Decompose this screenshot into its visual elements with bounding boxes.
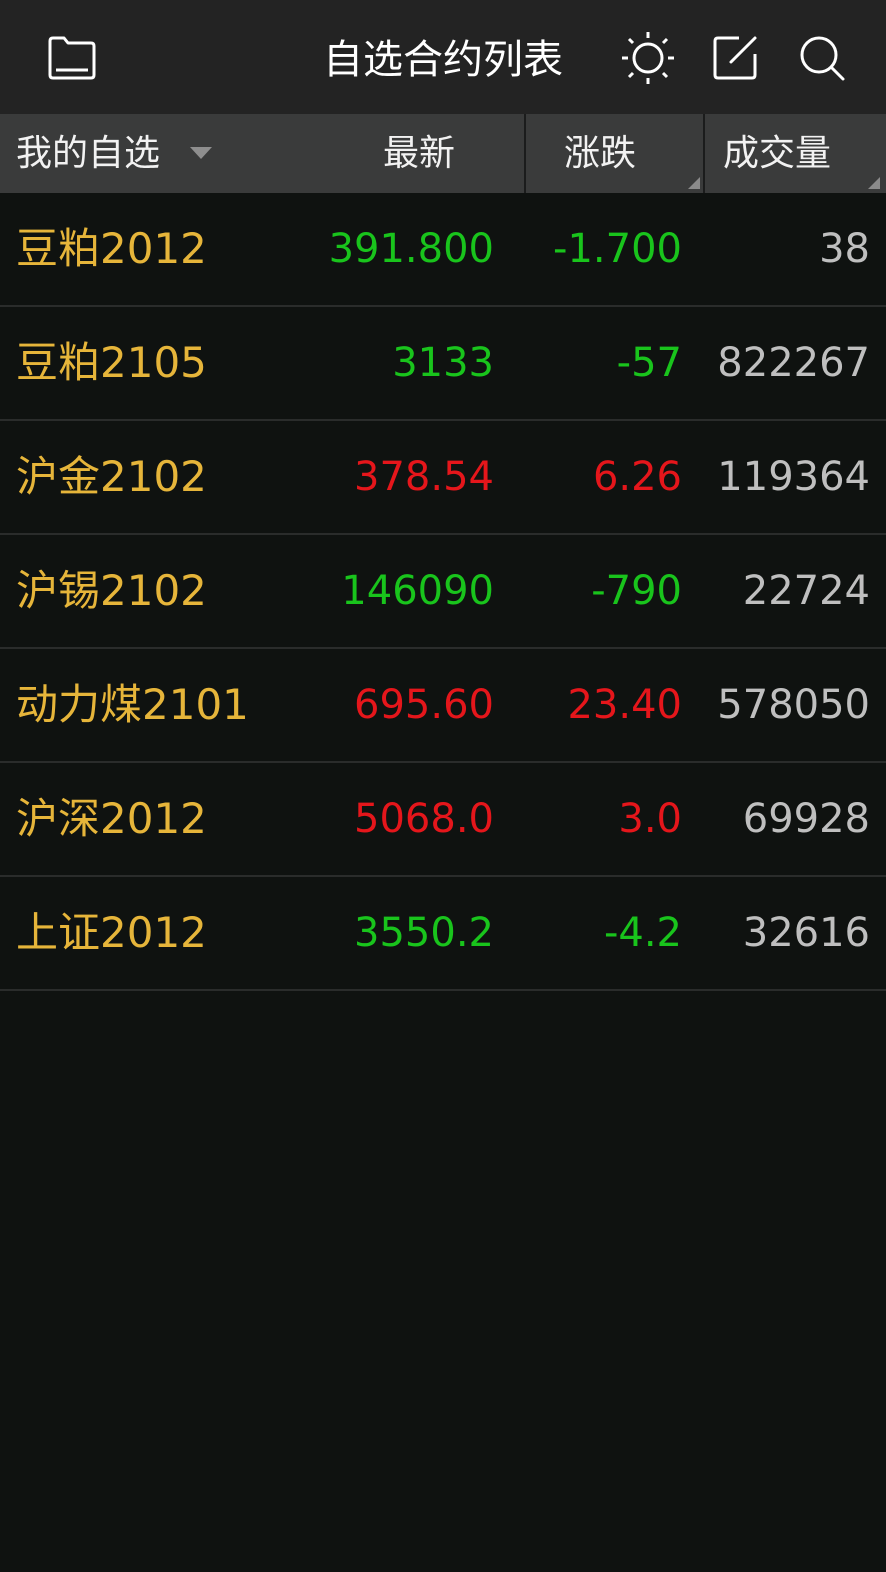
search-icon[interactable]	[794, 30, 850, 86]
sort-corner-icon	[868, 177, 880, 189]
dropdown-caret-icon[interactable]	[190, 147, 212, 159]
latest-price: 378.54	[354, 454, 494, 500]
trade-volume: 69928	[742, 796, 870, 842]
column-latest[interactable]: 最新	[383, 114, 455, 193]
top-app-bar: 自选合约列表	[0, 0, 886, 114]
table-row[interactable]: 上证2012 3550.2 -4.2 32616	[0, 877, 886, 991]
latest-price: 5068.0	[354, 796, 494, 842]
watchlist-group-selector[interactable]: 我的自选	[16, 114, 160, 193]
price-change: 3.0	[618, 796, 682, 842]
trade-volume: 578050	[717, 682, 870, 728]
latest-price: 146090	[341, 568, 494, 614]
price-change: -4.2	[603, 910, 682, 956]
column-divider	[703, 114, 705, 193]
table-row[interactable]: 豆粕2105 3133 -57 822267	[0, 307, 886, 421]
table-row[interactable]: 沪深2012 5068.0 3.0 69928	[0, 763, 886, 877]
contract-name: 豆粕2012	[16, 224, 207, 273]
table-row[interactable]: 沪锡2102 146090 -790 22724	[0, 535, 886, 649]
table-row[interactable]: 沪金2102 378.54 6.26 119364	[0, 421, 886, 535]
contract-name: 豆粕2105	[16, 338, 207, 387]
watchlist-table: 豆粕2012 391.800 -1.700 38 豆粕2105 3133 -57…	[0, 193, 886, 991]
contract-name: 沪锡2102	[16, 566, 207, 615]
latest-price: 3550.2	[354, 910, 494, 956]
contract-name: 上证2012	[16, 908, 207, 957]
latest-price: 391.800	[328, 226, 494, 272]
table-row[interactable]: 动力煤2101 695.60 23.40 578050	[0, 649, 886, 763]
price-change: -790	[591, 568, 682, 614]
column-header: 我的自选 最新 涨跌 成交量	[0, 114, 886, 193]
price-change: -57	[616, 340, 682, 386]
edit-icon[interactable]	[707, 30, 763, 86]
price-change: 6.26	[592, 454, 682, 500]
trade-volume: 822267	[717, 340, 870, 386]
contract-name: 沪深2012	[16, 794, 207, 843]
trade-volume: 38	[819, 226, 870, 272]
contract-name: 动力煤2101	[16, 680, 249, 729]
contract-name: 沪金2102	[16, 452, 207, 501]
price-change: -1.700	[553, 226, 682, 272]
column-volume[interactable]: 成交量	[723, 114, 831, 193]
watchlist-group-label: 我的自选	[16, 133, 161, 174]
latest-price: 695.60	[354, 682, 494, 728]
brightness-icon[interactable]	[620, 30, 676, 86]
latest-price: 3133	[392, 340, 494, 386]
trade-volume: 119364	[717, 454, 870, 500]
column-change[interactable]: 涨跌	[564, 114, 636, 193]
table-row[interactable]: 豆粕2012 391.800 -1.700 38	[0, 193, 886, 307]
column-divider	[524, 114, 526, 193]
trade-volume: 32616	[742, 910, 870, 956]
sort-corner-icon	[688, 177, 700, 189]
price-change: 23.40	[567, 682, 682, 728]
trade-volume: 22724	[742, 568, 870, 614]
